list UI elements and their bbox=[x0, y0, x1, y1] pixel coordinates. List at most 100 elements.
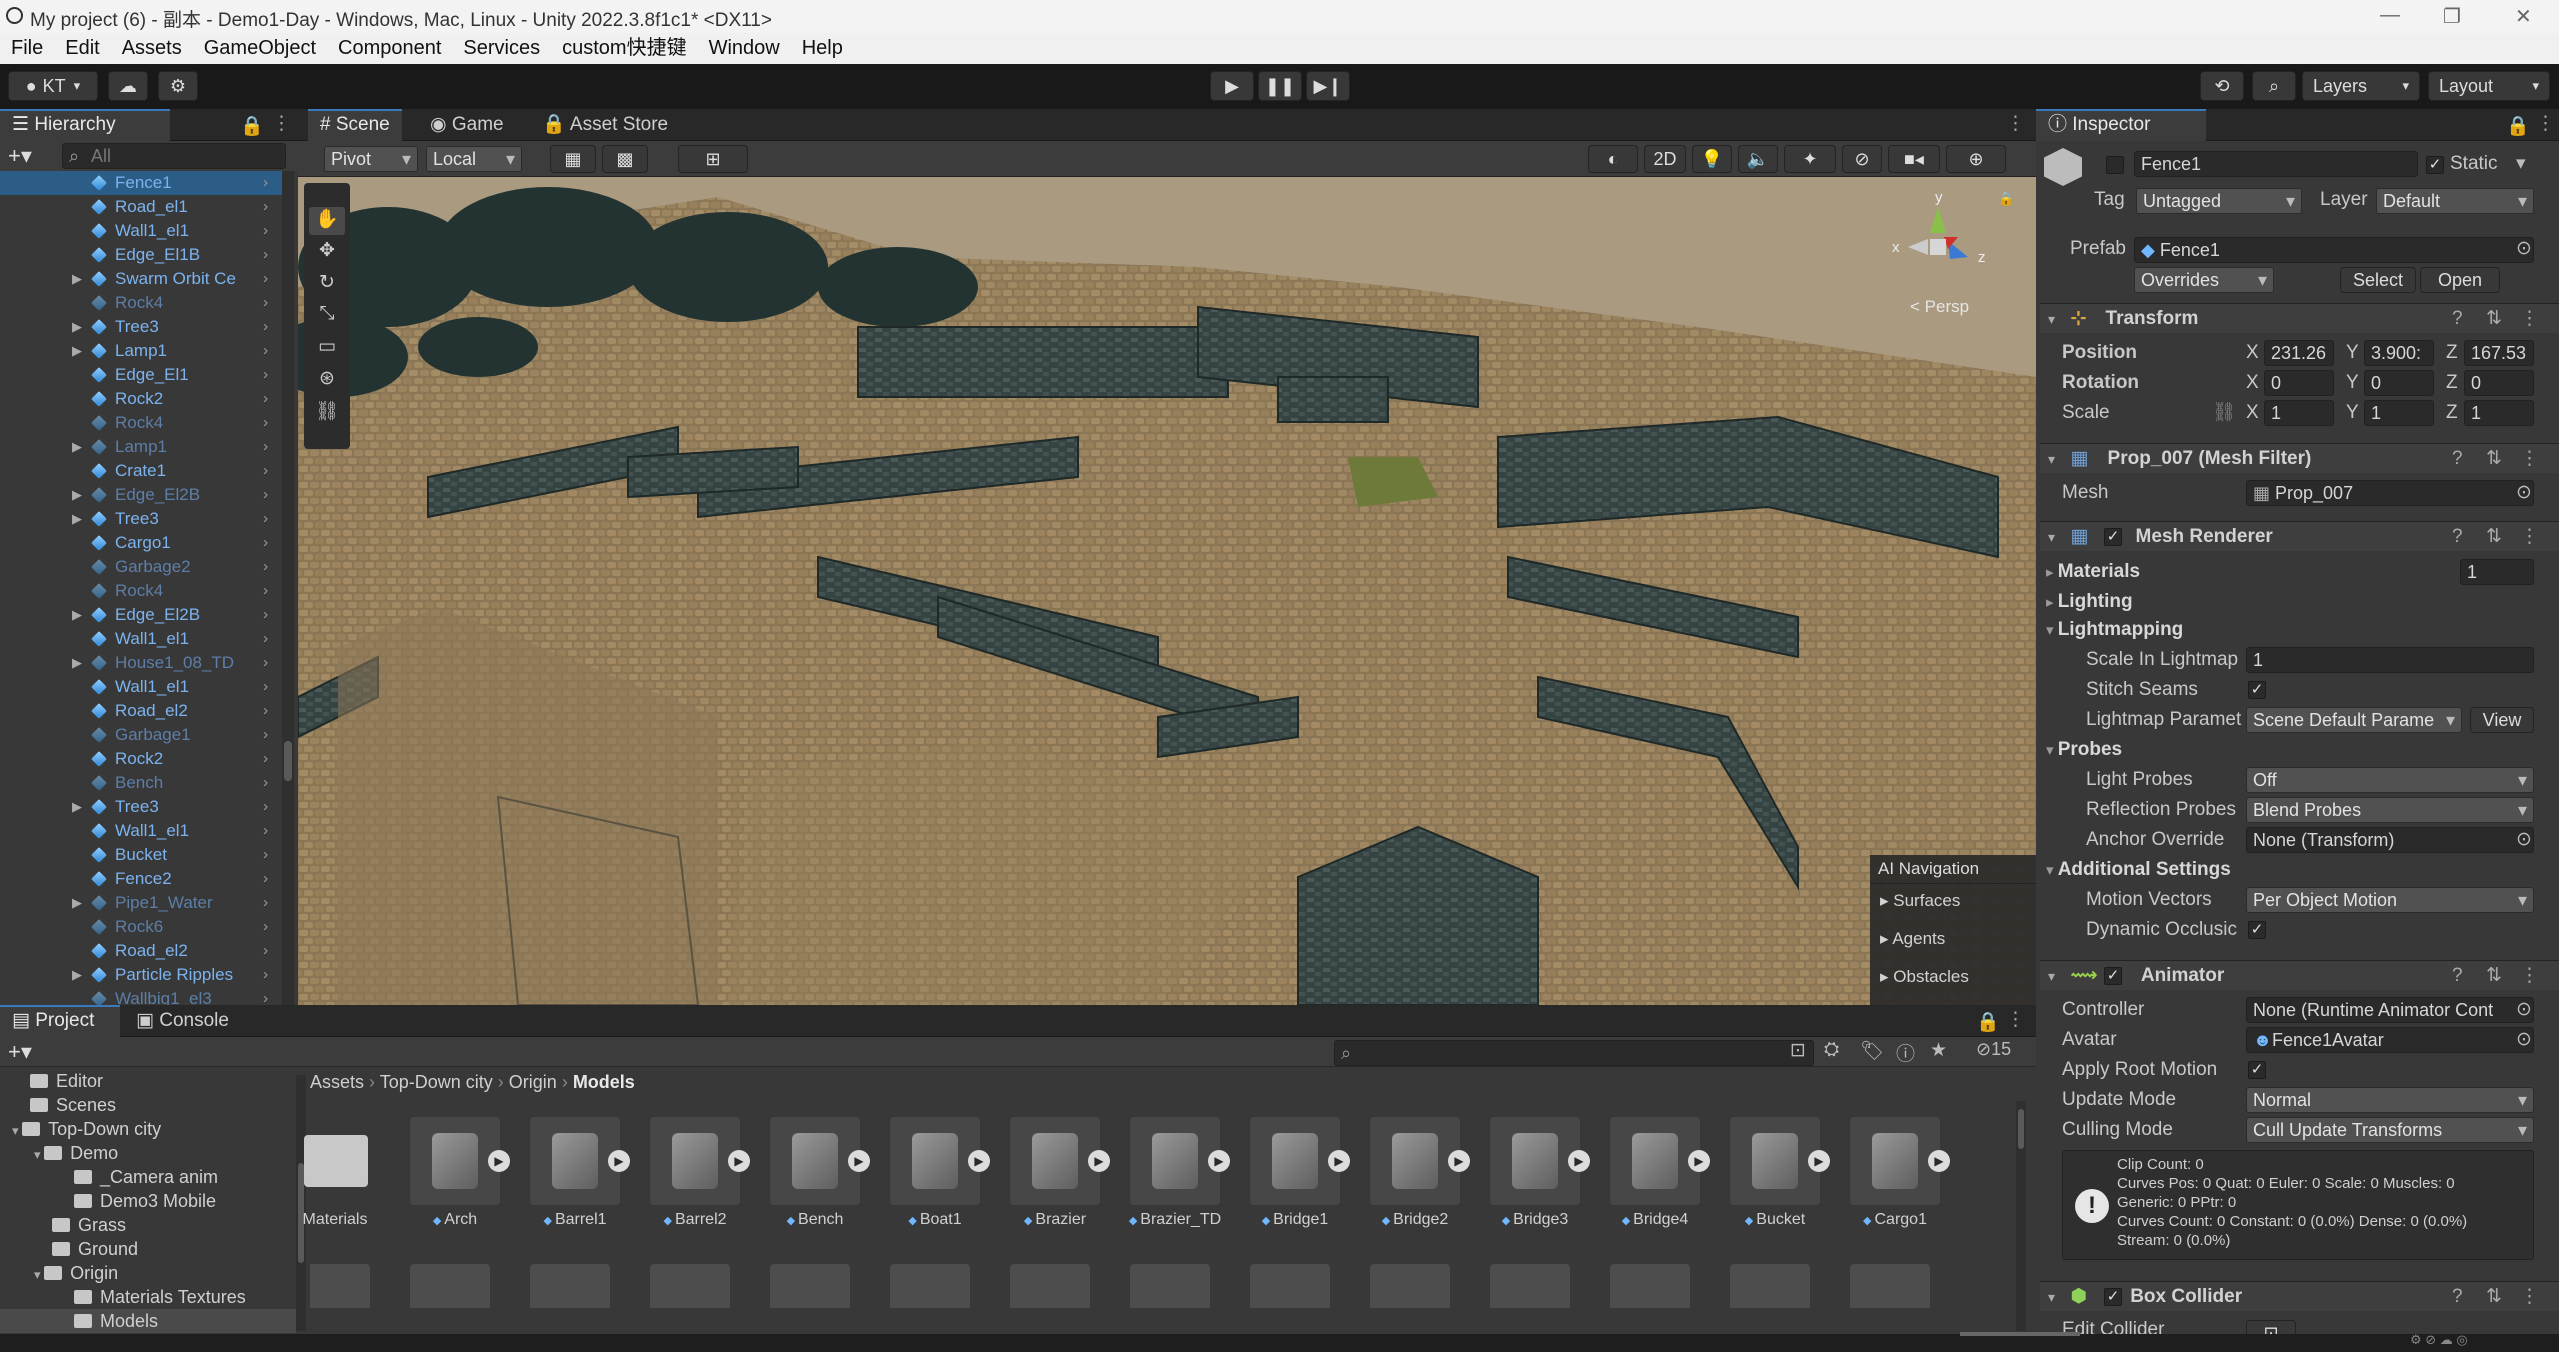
expand-arrow-icon[interactable]: ▶ bbox=[72, 507, 82, 531]
project-folder-item[interactable]: ▾ Top-Down city bbox=[0, 1117, 296, 1141]
asset-model[interactable]: ▶ ◆ Bridge1 bbox=[1240, 1115, 1350, 1235]
model-thumbnail[interactable] bbox=[1730, 1264, 1810, 1308]
hierarchy-item[interactable]: Wall1_el1 › bbox=[0, 627, 284, 651]
project-folder-item[interactable]: Materials Textures bbox=[0, 1285, 296, 1309]
hierarchy-item[interactable]: Wallbig1_el3 › bbox=[0, 987, 284, 1005]
object-picker-icon[interactable]: ⊙ bbox=[2516, 479, 2532, 507]
prefab-open-arrow-icon[interactable]: › bbox=[263, 819, 268, 843]
hierarchy-item[interactable]: ▶ Tree3 › bbox=[0, 315, 284, 339]
prefab-open-arrow-icon[interactable]: › bbox=[263, 411, 268, 435]
model-thumbnail[interactable] bbox=[1010, 1264, 1090, 1308]
help-icon[interactable]: ? bbox=[2452, 444, 2463, 474]
prefab-open-arrow-icon[interactable]: › bbox=[263, 963, 268, 987]
prefab-field[interactable]: ◆ Fence1 bbox=[2134, 237, 2534, 263]
asset-model[interactable]: ▶ ◆ Barrel2 bbox=[640, 1115, 750, 1235]
hierarchy-item[interactable]: ▶ Swarm Orbit Ce › bbox=[0, 267, 284, 291]
reflection-probes-dropdown[interactable]: Blend Probes bbox=[2246, 797, 2534, 823]
active-checkbox[interactable] bbox=[2106, 156, 2124, 174]
expand-arrow-icon[interactable]: ▶ bbox=[72, 339, 82, 363]
preset-icon[interactable]: ⇅ bbox=[2486, 1282, 2502, 1312]
expand-arrow-icon[interactable]: ▶ bbox=[72, 891, 82, 915]
asset-model[interactable]: ▶ ◆ Arch bbox=[400, 1115, 510, 1235]
expand-asset-icon[interactable]: ▶ bbox=[1928, 1150, 1950, 1172]
preset-icon[interactable]: ⇅ bbox=[2486, 961, 2502, 991]
prefab-open-arrow-icon[interactable]: › bbox=[263, 171, 268, 195]
layers-dropdown[interactable]: Layers ▾ bbox=[2302, 71, 2420, 101]
hierarchy-item[interactable]: ▶ Edge_El2B › bbox=[0, 483, 284, 507]
hierarchy-item[interactable]: ▶ House1_08_TD › bbox=[0, 651, 284, 675]
tag-dropdown[interactable]: Untagged bbox=[2136, 188, 2302, 214]
asset-model[interactable]: ▶ ◆ Cargo1 bbox=[1840, 1115, 1950, 1235]
hierarchy-item[interactable]: ▶ Lamp1 › bbox=[0, 339, 284, 363]
hierarchy-item[interactable]: Edge_El1 › bbox=[0, 363, 284, 387]
position-z-field[interactable]: 167.53 bbox=[2464, 340, 2534, 366]
hierarchy-item[interactable]: Garbage2 › bbox=[0, 555, 284, 579]
hierarchy-item[interactable]: Wall1_el1 › bbox=[0, 675, 284, 699]
prefab-open-arrow-icon[interactable]: › bbox=[263, 243, 268, 267]
model-thumbnail[interactable] bbox=[890, 1264, 970, 1308]
anchor-override-field[interactable]: None (Transform) bbox=[2246, 827, 2534, 853]
hierarchy-item[interactable]: ▶ Particle Ripples › bbox=[0, 963, 284, 987]
update-mode-dropdown[interactable]: Normal bbox=[2246, 1087, 2534, 1113]
maximize-icon[interactable]: ❐ bbox=[2443, 4, 2461, 29]
stitch-seams-checkbox[interactable]: ✓ bbox=[2248, 681, 2266, 699]
assets-scrollbar[interactable] bbox=[2016, 1101, 2026, 1331]
prefab-open-arrow-icon[interactable]: › bbox=[263, 435, 268, 459]
hierarchy-item[interactable]: Edge_El1B › bbox=[0, 243, 284, 267]
prefab-open-arrow-icon[interactable]: › bbox=[263, 627, 268, 651]
model-thumbnail[interactable] bbox=[1610, 1264, 1690, 1308]
lightmapping-section[interactable]: Lightmapping bbox=[2046, 616, 2184, 645]
prefab-open-arrow-icon[interactable]: › bbox=[263, 867, 268, 891]
light-probes-dropdown[interactable]: Off bbox=[2246, 767, 2534, 793]
more-icon[interactable]: ⋮ bbox=[272, 112, 291, 135]
asset-model[interactable]: ▶ ◆ Bench bbox=[760, 1115, 870, 1235]
project-folder-item[interactable]: _Camera anim bbox=[0, 1165, 296, 1189]
prefab-open-arrow-icon[interactable]: › bbox=[263, 459, 268, 483]
component-menu-icon[interactable]: ⋮ bbox=[2520, 304, 2539, 334]
materials-count-field[interactable]: 1 bbox=[2460, 559, 2534, 585]
layer-dropdown[interactable]: Default bbox=[2376, 188, 2534, 214]
expand-asset-icon[interactable]: ▶ bbox=[488, 1150, 510, 1172]
hierarchy-item[interactable]: ▶ Pipe1_Water › bbox=[0, 891, 284, 915]
expand-asset-icon[interactable]: ▶ bbox=[848, 1150, 870, 1172]
mesh-filter-header[interactable]: ▾ ▦ Prop_007 (Mesh Filter) ? ⇅ ⋮ bbox=[2040, 443, 2559, 473]
more-icon[interactable]: ⋮ bbox=[2536, 112, 2555, 135]
position-y-field[interactable]: 3.900: bbox=[2364, 340, 2434, 366]
hierarchy-item[interactable]: Road_el2 › bbox=[0, 699, 284, 723]
hierarchy-item[interactable]: Road_el1 › bbox=[0, 195, 284, 219]
prefab-open-arrow-icon[interactable]: › bbox=[263, 531, 268, 555]
prefab-open-arrow-icon[interactable]: › bbox=[263, 579, 268, 603]
expand-arrow-icon[interactable]: ▶ bbox=[72, 315, 82, 339]
prefab-open-arrow-icon[interactable]: › bbox=[263, 291, 268, 315]
asset-model[interactable]: ▶ ◆ Barrel1 bbox=[520, 1115, 630, 1235]
asset-model[interactable]: ▶ ◆ Brazier bbox=[1000, 1115, 1110, 1235]
menu-gameobject[interactable]: GameObject bbox=[193, 33, 327, 64]
object-picker-icon[interactable]: ⊙ bbox=[2516, 1026, 2532, 1054]
rotation-y-field[interactable]: 0 bbox=[2364, 370, 2434, 396]
scale-x-field[interactable]: 1 bbox=[2264, 400, 2334, 426]
box-collider-enabled-checkbox[interactable]: ✓ bbox=[2104, 1288, 2122, 1306]
prefab-open-arrow-icon[interactable]: › bbox=[263, 747, 268, 771]
model-thumbnail[interactable] bbox=[530, 1264, 610, 1308]
prefab-open-arrow-icon[interactable]: › bbox=[263, 195, 268, 219]
expand-asset-icon[interactable]: ▶ bbox=[728, 1150, 750, 1172]
hierarchy-item[interactable]: Garbage1 › bbox=[0, 723, 284, 747]
preset-icon[interactable]: ⇅ bbox=[2486, 444, 2502, 474]
help-icon[interactable]: ? bbox=[2452, 522, 2463, 552]
layout-dropdown[interactable]: Layout ▾ bbox=[2428, 71, 2550, 101]
lightmap-param-dropdown[interactable]: Scene Default Parame bbox=[2246, 707, 2462, 733]
project-folder-item[interactable]: Scenes bbox=[0, 1093, 296, 1117]
expand-asset-icon[interactable]: ▶ bbox=[968, 1150, 990, 1172]
hierarchy-item[interactable]: Wall1_el1 › bbox=[0, 819, 284, 843]
model-thumbnail[interactable] bbox=[1250, 1264, 1330, 1308]
hierarchy-item[interactable]: Fence2 › bbox=[0, 867, 284, 891]
scale-lightmap-field[interactable]: 1 bbox=[2246, 647, 2534, 673]
hierarchy-item[interactable]: Crate1 › bbox=[0, 459, 284, 483]
hierarchy-item[interactable]: Bucket › bbox=[0, 843, 284, 867]
prefab-open-arrow-icon[interactable]: › bbox=[263, 363, 268, 387]
expand-arrow-icon[interactable]: ▶ bbox=[72, 267, 82, 291]
mesh-renderer-header[interactable]: ▾ ▦ ✓ Mesh Renderer ? ⇅ ⋮ bbox=[2040, 521, 2559, 551]
asset-model[interactable]: ▶ ◆ Bridge3 bbox=[1480, 1115, 1590, 1235]
rotation-z-field[interactable]: 0 bbox=[2464, 370, 2534, 396]
asset-model[interactable]: ▶ ◆ Bridge2 bbox=[1360, 1115, 1470, 1235]
